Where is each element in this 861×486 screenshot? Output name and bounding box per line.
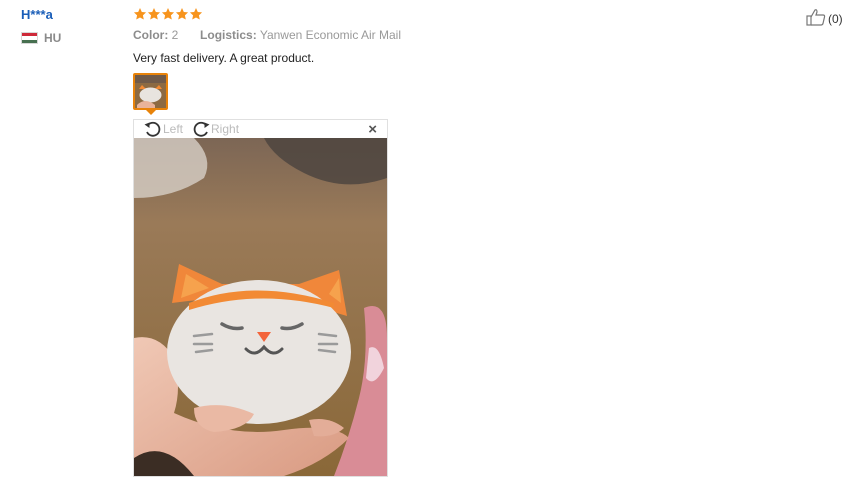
rotate-right-label: Right bbox=[211, 122, 240, 136]
star-rating bbox=[133, 7, 203, 21]
review-text: Very fast delivery. A great product. bbox=[133, 51, 315, 65]
star-icon bbox=[147, 7, 161, 21]
country-code: HU bbox=[44, 31, 62, 45]
review-photo-thumbnail[interactable] bbox=[133, 73, 168, 110]
color-value: 2 bbox=[171, 28, 179, 42]
reviewer-country: HU bbox=[21, 31, 61, 45]
reviewer-name: H***a bbox=[21, 7, 53, 22]
star-icon bbox=[161, 7, 175, 21]
viewer-toolbar: Left Right × bbox=[134, 120, 387, 138]
color-label: Color: bbox=[133, 28, 169, 42]
rotate-left-label: Left bbox=[163, 122, 184, 136]
rotate-left-icon bbox=[143, 121, 163, 137]
logistics-value: Yanwen Economic Air Mail bbox=[259, 28, 402, 42]
star-icon bbox=[175, 7, 189, 21]
thumbs-up-icon bbox=[806, 8, 826, 29]
helpful-like-button[interactable]: (0) bbox=[806, 8, 843, 29]
review-photo-large bbox=[134, 138, 387, 476]
star-icon bbox=[133, 7, 147, 21]
hungary-flag-icon bbox=[21, 32, 38, 44]
close-icon[interactable]: × bbox=[368, 121, 377, 138]
logistics-label: Logistics: bbox=[200, 28, 257, 42]
thumbnail-pointer bbox=[146, 110, 156, 115]
like-count: (0) bbox=[828, 11, 843, 26]
rotate-right-button[interactable]: Right bbox=[191, 121, 239, 137]
star-icon bbox=[189, 7, 203, 21]
rotate-left-button[interactable]: Left bbox=[143, 121, 183, 137]
review-meta: Color: 2 Logistics: Yanwen Economic Air … bbox=[133, 28, 401, 42]
rotate-right-icon bbox=[191, 121, 211, 137]
photo-viewer: Left Right × bbox=[133, 119, 388, 477]
